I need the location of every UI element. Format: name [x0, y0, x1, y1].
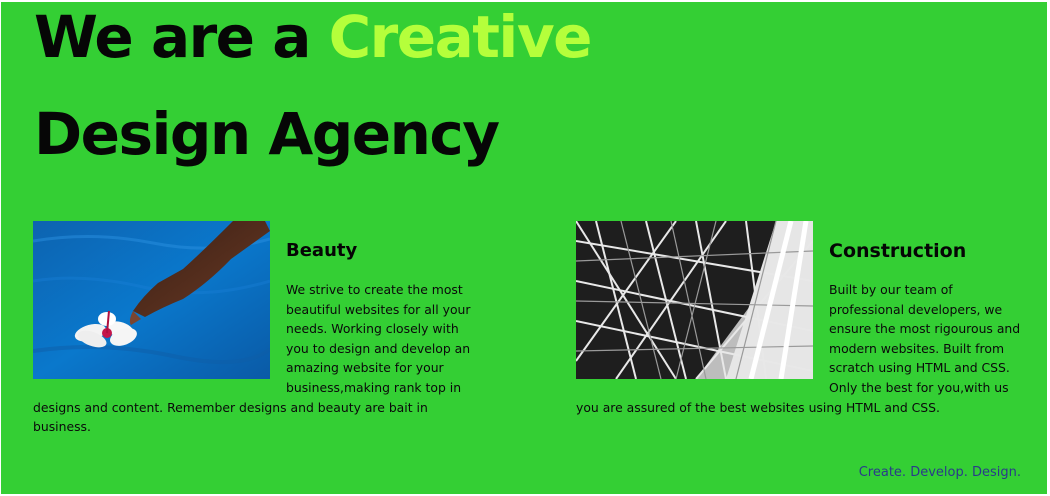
page: We are a Creative Design Agency Beauty W… [1, 2, 1047, 494]
hero-title-line-2: Design Agency [34, 100, 500, 168]
flower-water-photo-icon [33, 221, 270, 379]
hero-title-accent: Creative [328, 3, 593, 71]
beauty-image [33, 221, 270, 379]
service-card-beauty: Beauty We strive to create the most beau… [33, 221, 493, 437]
construction-image [576, 221, 813, 379]
hero-title-line-1: We are a Creative [34, 8, 592, 66]
hero-title-prefix: We are a [34, 3, 311, 71]
steel-structure-photo-icon [576, 221, 813, 379]
footer-tagline: Create. Develop. Design. [858, 465, 1021, 480]
service-card-construction: Construction Built by our team of profes… [576, 221, 1036, 417]
